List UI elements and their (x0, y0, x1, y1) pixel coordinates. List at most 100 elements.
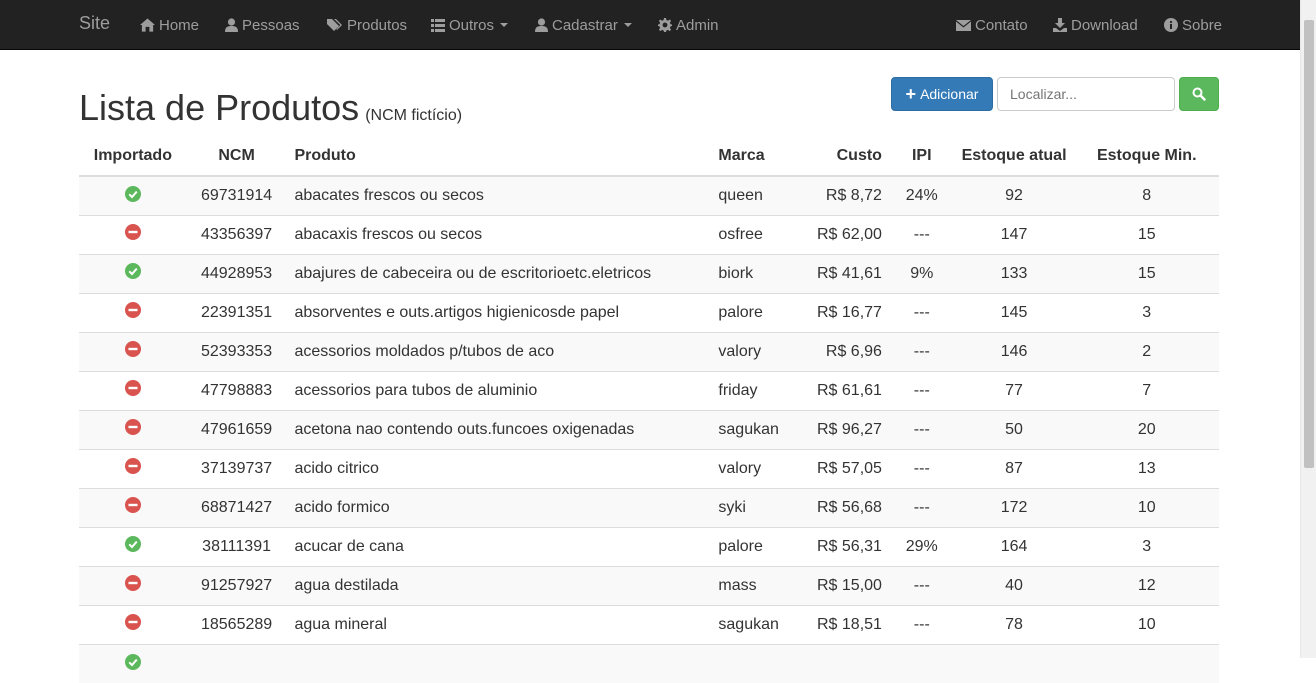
page-subtitle: (NCM fictício) (365, 107, 463, 124)
cell-produto: acido formico (286, 487, 711, 527)
cell-ncm: 44928953 (186, 253, 287, 293)
minus-circle-icon (124, 458, 141, 475)
header-estoque-min[interactable]: Estoque Min. (1074, 137, 1219, 177)
table-row[interactable]: 47961659 acetona nao contendo outs.funcoe… (79, 409, 1219, 449)
cell-ncm: 52393353 (186, 331, 287, 371)
minus-circle-icon (124, 380, 141, 397)
cell-marca (710, 643, 799, 683)
header-ncm[interactable]: NCM (186, 137, 287, 177)
cell-ncm: 68871427 (186, 487, 287, 527)
info-icon (1164, 18, 1182, 32)
cell-estoque-atual: 147 (953, 214, 1075, 254)
cell-ipi: 24% (889, 175, 954, 215)
minus-circle-icon (124, 224, 141, 241)
cell-estoque-atual: 172 (953, 487, 1075, 527)
header-importado[interactable]: Importado (79, 137, 187, 177)
cell-ipi: --- (889, 370, 954, 410)
cell-ncm (186, 643, 287, 683)
cell-estoque-min: 3 (1074, 292, 1219, 332)
check-circle-icon (124, 263, 141, 280)
nav-item-download[interactable]: Download (1053, 0, 1138, 50)
cell-produto: acucar de cana (286, 526, 711, 566)
cell-estoque-atual: 92 (953, 175, 1075, 215)
cell-produto: abacaxis frescos ou secos (286, 214, 711, 254)
check-circle-icon (124, 653, 141, 670)
header-marca[interactable]: Marca (710, 137, 799, 177)
cell-marca: osfree (710, 214, 799, 254)
cell-importado (79, 526, 187, 566)
cell-produto: acetona nao contendo outs.funcoes oxigen… (286, 409, 711, 449)
cell-ipi: --- (889, 409, 954, 449)
table-row[interactable] (79, 643, 1219, 683)
cell-estoque-atual: 87 (953, 448, 1075, 488)
cell-importado (79, 409, 187, 449)
table-row[interactable]: 52393353 acessorios moldados p/tubos de a… (79, 331, 1219, 371)
page-scrollbar[interactable] (1300, 0, 1316, 658)
table-row[interactable]: 22391351 absorventes e outs.artigos higie… (79, 292, 1219, 332)
cell-estoque-atual: 146 (953, 331, 1075, 371)
cell-custo: R$ 8,72 (798, 175, 890, 215)
cell-custo: R$ 61,61 (798, 370, 890, 410)
cell-marca: queen (710, 175, 799, 215)
search-button[interactable] (1179, 77, 1219, 111)
cell-estoque-min: 12 (1074, 565, 1219, 605)
nav-right: Contato Download Sobre (0, 0, 1300, 50)
cell-ipi: --- (889, 214, 954, 254)
page-title: Lista de Produtos (NCM fictício) (79, 88, 462, 136)
cell-ipi: 29% (889, 526, 954, 566)
cell-estoque-min: 20 (1074, 409, 1219, 449)
cell-custo: R$ 15,00 (798, 565, 890, 605)
cell-importado (79, 370, 187, 410)
cell-marca: biork (710, 253, 799, 293)
cell-custo: R$ 96,27 (798, 409, 890, 449)
nav-item-label: Contato (975, 16, 1028, 34)
cell-custo: R$ 56,31 (798, 526, 890, 566)
add-button[interactable]: + Adicionar (891, 77, 993, 111)
minus-circle-icon (124, 302, 141, 319)
page-title-text: Lista de Produtos (79, 87, 360, 128)
cell-ipi: --- (889, 292, 954, 332)
cell-estoque-atual: 133 (953, 253, 1075, 293)
cell-produto: agua destilada (286, 565, 711, 605)
table-row[interactable]: 91257927 agua destilada mass R$ 15,00 --- 40 1… (79, 565, 1219, 605)
table-row[interactable]: 18565289 agua mineral sagukan R$ 18,51 --- 78… (79, 604, 1219, 644)
search-input[interactable] (997, 77, 1175, 111)
table-row[interactable]: 69731914 abacates frescos ou secos queen R$… (79, 175, 1219, 215)
cell-ncm: 47961659 (186, 409, 287, 449)
cell-ncm: 18565289 (186, 604, 287, 644)
table-row[interactable]: 37139737 acido citrico valory R$ 57,05 --- 87… (79, 448, 1219, 488)
cell-estoque-min: 13 (1074, 448, 1219, 488)
scrollbar-thumb[interactable] (1304, 20, 1314, 468)
cell-ipi: --- (889, 448, 954, 488)
cell-marca: friday (710, 370, 799, 410)
cell-custo: R$ 16,77 (798, 292, 890, 332)
header-produto[interactable]: Produto (286, 137, 711, 177)
cell-marca: mass (710, 565, 799, 605)
table-row[interactable]: 68871427 acido formico syki R$ 56,68 --- 172 1… (79, 487, 1219, 527)
cell-custo (798, 643, 890, 683)
cell-estoque-min: 15 (1074, 253, 1219, 293)
cell-marca: palore (710, 292, 799, 332)
cell-importado (79, 565, 187, 605)
table-row[interactable]: 47798883 acessorios para tubos de alumini… (79, 370, 1219, 410)
cell-ncm: 38111391 (186, 526, 287, 566)
nav-item-sobre[interactable]: Sobre (1164, 0, 1222, 50)
nav-item-contato[interactable]: Contato (956, 0, 1028, 50)
header-estoque-atual[interactable]: Estoque atual (953, 137, 1075, 177)
cell-marca: palore (710, 526, 799, 566)
search-icon (1192, 87, 1206, 101)
header-custo[interactable]: Custo (798, 137, 890, 177)
cell-ipi: --- (889, 331, 954, 371)
table-row[interactable]: 43356397 abacaxis frescos ou secos osfree R… (79, 214, 1219, 254)
cell-marca: sagukan (710, 604, 799, 644)
cell-custo: R$ 62,00 (798, 214, 890, 254)
cell-marca: valory (710, 331, 799, 371)
minus-circle-icon (124, 575, 141, 592)
cell-marca: valory (710, 448, 799, 488)
table-row[interactable]: 44928953 abajures de cabeceira ou de escr… (79, 253, 1219, 293)
cell-estoque-min: 7 (1074, 370, 1219, 410)
cell-estoque-atual: 40 (953, 565, 1075, 605)
table-row[interactable]: 38111391 acucar de cana palore R$ 56,31 29% 1… (79, 526, 1219, 566)
header-ipi[interactable]: IPI (889, 137, 954, 177)
cell-produto: acessorios para tubos de aluminio (286, 370, 711, 410)
